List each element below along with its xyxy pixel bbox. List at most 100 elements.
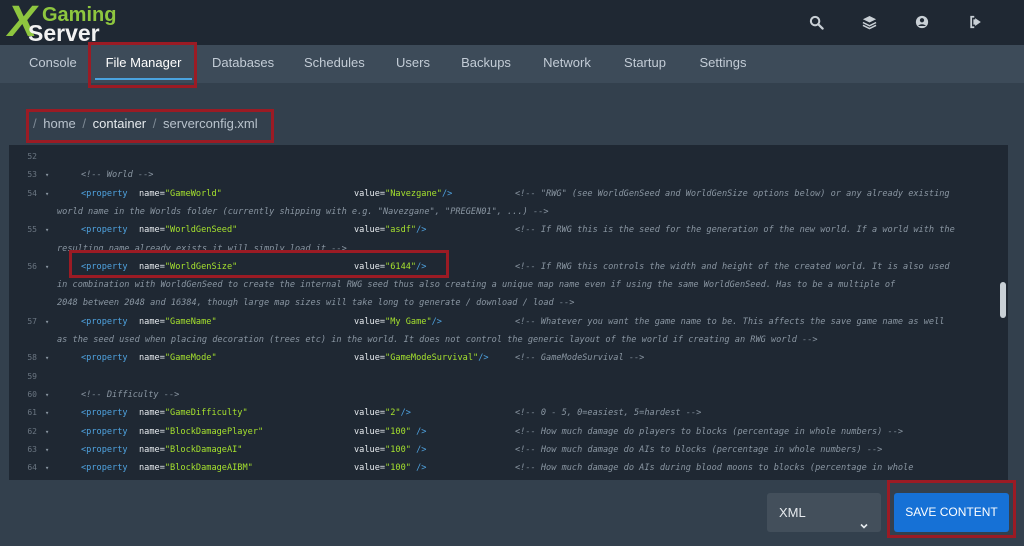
tab-users[interactable]: Users (396, 45, 430, 83)
code-line: resulting name already exists it will si… (57, 240, 994, 258)
code-segment: <property (81, 258, 133, 276)
fold-toggle-icon[interactable]: ▾ (45, 404, 49, 422)
code-token: "Navezgane" (385, 188, 442, 199)
line-number: 54 (27, 188, 37, 198)
fold-toggle-icon[interactable]: ▾ (45, 313, 49, 331)
code-segment: <!-- If RWG this is the seed for the gen… (515, 221, 955, 239)
code-token: <!-- If RWG this is the seed for the gen… (515, 225, 955, 236)
editor-scrollbar[interactable] (1000, 282, 1006, 318)
code-line: <property name="GameWorld" value="Navezga… (57, 185, 994, 203)
code-token: /> (431, 316, 442, 327)
code-line: <property name="GameMode" value="GameMode… (57, 349, 994, 367)
code-token: "BlockDamageAIBM" (164, 463, 253, 474)
chevron-down-icon (859, 507, 869, 546)
fold-toggle-icon[interactable]: ▾ (45, 386, 49, 404)
code-segment: value="Navezgane"/> (354, 185, 452, 203)
code-token: <!-- 0 - 5, 0=easiest, 5=hardest --> (515, 408, 702, 419)
fold-toggle-icon[interactable]: ▾ (45, 221, 49, 239)
user-icon[interactable] (912, 12, 932, 32)
code-token: world name in the Worlds folder (current… (57, 206, 549, 217)
code-token: <!-- "RWG" (see WorldGenSeed and WorldGe… (515, 188, 950, 199)
logout-icon[interactable] (966, 12, 986, 32)
code-token: <!-- How much damage do AIs during blood… (515, 463, 914, 474)
code-token: /> (400, 408, 411, 419)
code-segment: name="GameName" (139, 313, 217, 331)
code-segment: value="100" /> (354, 423, 426, 441)
code-token: <property (81, 261, 128, 272)
code-line: as the seed used when placing decoration… (57, 331, 994, 349)
logo[interactable]: X Gaming Server (4, 0, 120, 46)
code-token: "WorldGenSize" (164, 261, 238, 272)
code-token: as the seed used when placing decoration… (57, 335, 818, 345)
code-line: <property name="GameDifficulty" value="2"… (57, 404, 994, 422)
save-content-button[interactable]: SAVE CONTENT (894, 493, 1009, 532)
fold-toggle-icon[interactable]: ▾ (45, 349, 49, 367)
code-token: /> (410, 463, 427, 474)
code-segment: world name in the Worlds folder (current… (57, 203, 549, 221)
tab-network[interactable]: Network (543, 45, 591, 83)
code-token: value= (354, 463, 386, 474)
tab-schedules[interactable]: Schedules (304, 45, 365, 83)
breadcrumb-container[interactable]: container (93, 116, 146, 131)
line-number: 61 (27, 408, 37, 418)
layers-icon[interactable] (859, 12, 879, 32)
code-segment: <!-- How much damage do players to block… (515, 423, 903, 441)
code-line: <!-- Difficulty --> (57, 386, 994, 404)
tab-file-manager[interactable]: File Manager (95, 45, 192, 83)
line-number: 60 (27, 389, 37, 399)
code-token: name= (139, 408, 165, 419)
code-token: "100" (385, 444, 411, 455)
code-segment: <!-- GameModeSurvival --> (515, 349, 644, 367)
code-editor[interactable]: <!-- World --> <property name="GameWorld"… (9, 145, 1008, 480)
tab-startup[interactable]: Startup (623, 45, 667, 83)
line-number: 63 (27, 444, 37, 454)
code-token: <!-- GameModeSurvival --> (515, 353, 645, 364)
fold-toggle-icon[interactable]: ▾ (45, 166, 49, 184)
code-token: "2" (385, 408, 401, 419)
line-number: 52 (27, 152, 37, 161)
code-line: <property name="WorldGenSize" value="6144… (57, 258, 994, 276)
code-token: "GameWorld" (164, 188, 222, 199)
search-icon[interactable] (806, 12, 826, 32)
code-segment: <!-- Whatever you want the game name to … (515, 313, 944, 331)
code-segment: value="My Game"/> (354, 313, 442, 331)
language-select[interactable]: XML (767, 493, 881, 532)
code-segment: <!-- "RWG" (see WorldGenSeed and WorldGe… (515, 185, 950, 203)
tab-console[interactable]: Console (29, 45, 77, 83)
code-segment: name="BlockDamagePlayer" (139, 423, 263, 441)
tab-settings[interactable]: Settings (699, 45, 747, 83)
code-token: "6144" (385, 261, 417, 272)
code-token: /> (416, 225, 427, 236)
code-token: "GameModeSurvival" (385, 353, 479, 364)
breadcrumb-home[interactable]: home (43, 116, 76, 131)
fold-toggle-icon[interactable]: ▾ (45, 258, 49, 276)
code-token: "GameName" (164, 316, 217, 327)
code-segment: value="6144"/> (354, 258, 426, 276)
code-token: in combination with WorldGenSeed to crea… (57, 280, 896, 291)
code-token: "GameDifficulty" (164, 408, 248, 419)
fold-toggle-icon[interactable]: ▾ (45, 441, 49, 459)
code-segment: name="GameDifficulty" (139, 404, 248, 422)
code-segment: value="GameModeSurvival"/> (354, 349, 489, 367)
fold-toggle-icon[interactable]: ▾ (45, 185, 49, 203)
fold-toggle-icon[interactable]: ▾ (45, 459, 49, 477)
code-segment: name="BlockDamageAI" (139, 441, 242, 459)
code-segment: value="100" /> (354, 441, 426, 459)
code-token: <property (81, 353, 128, 364)
breadcrumb: / home / container / serverconfig.xml (30, 112, 258, 136)
code-segment: name="GameMode" (139, 349, 217, 367)
fold-toggle-icon[interactable]: ▾ (45, 423, 49, 441)
code-token: value= (354, 353, 386, 364)
breadcrumb-separator: / (33, 116, 37, 131)
code-line: world name in the Worlds folder (current… (57, 203, 994, 221)
tab-databases[interactable]: Databases (212, 45, 274, 83)
tab-backups[interactable]: Backups (461, 45, 511, 83)
code-segment: <property (81, 404, 133, 422)
code-token: /> (410, 444, 427, 455)
code-segment: <!-- If RWG this controls the width and … (515, 258, 950, 276)
code-token: value= (354, 408, 386, 419)
code-token: 2048 between 2048 and 16384, though larg… (57, 298, 575, 309)
code-token: "GameMode" (164, 353, 217, 364)
code-token: <property (81, 408, 128, 419)
code-segment: <!-- How much damage do AIs to blocks (p… (515, 441, 882, 459)
